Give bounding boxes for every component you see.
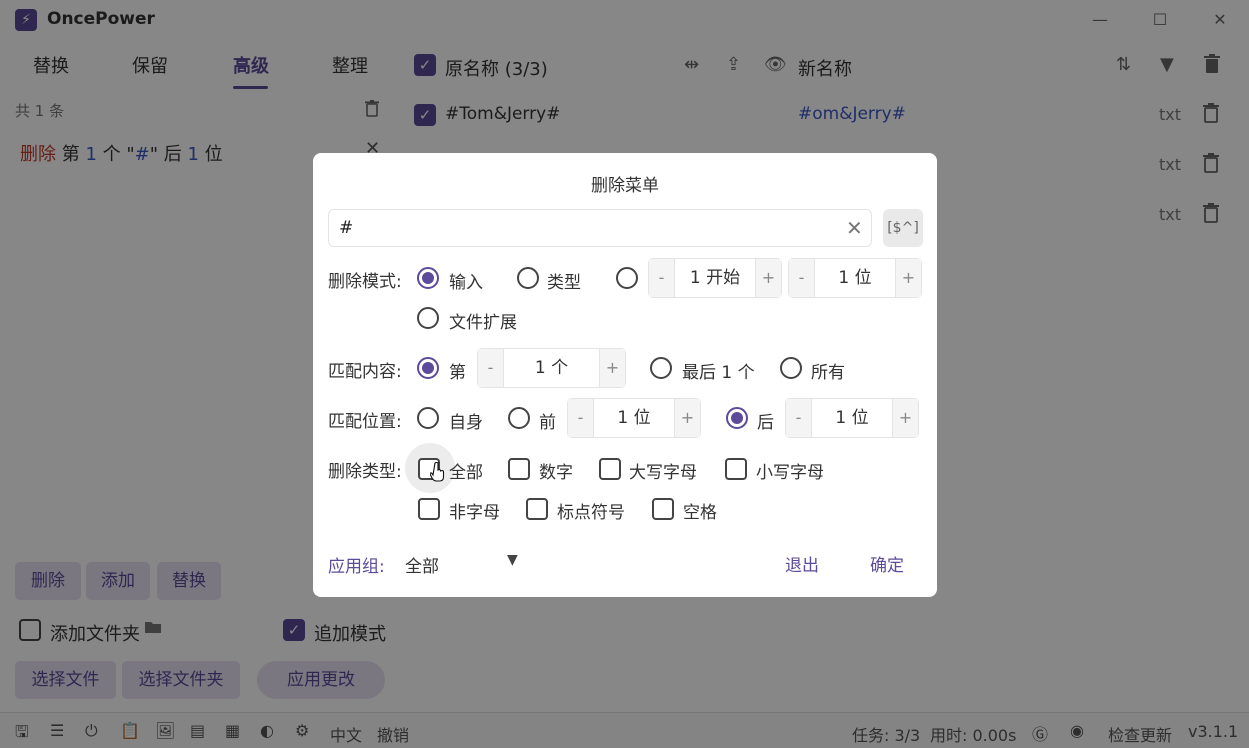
- before-decrement-button[interactable]: -: [568, 399, 594, 437]
- type-digits-label: 数字: [539, 463, 573, 483]
- search-box: ✕: [328, 209, 872, 247]
- caret-down-icon: ▼: [507, 552, 518, 568]
- type-uppercase-checkbox[interactable]: [599, 458, 621, 480]
- apply-group-value: 全部: [405, 557, 439, 577]
- match-position-label: 匹配位置:: [328, 412, 402, 432]
- nth-increment-button[interactable]: +: [599, 349, 625, 387]
- start-decrement-button[interactable]: -: [649, 259, 675, 297]
- length-decrement-button[interactable]: -: [789, 259, 815, 297]
- nth-decrement-button[interactable]: -: [478, 349, 504, 387]
- type-lowercase-label: 小写字母: [756, 463, 824, 483]
- before-stepper: - 1 位 +: [567, 398, 701, 438]
- dialog-title: 删除菜单: [591, 176, 659, 196]
- length-stepper: - 1 位 +: [788, 258, 922, 298]
- delete-mode-range-radio[interactable]: [616, 267, 638, 289]
- delete-mode-type-label: 类型: [547, 273, 581, 293]
- position-before-label: 前: [539, 413, 556, 433]
- delete-types-label: 删除类型:: [328, 462, 402, 482]
- before-increment-button[interactable]: +: [674, 399, 700, 437]
- type-all-label: 全部: [449, 463, 483, 483]
- match-nth-label: 第: [449, 363, 466, 383]
- match-all-label: 所有: [811, 363, 845, 383]
- type-punctuation-checkbox[interactable]: [526, 498, 548, 520]
- delete-mode-input-label: 输入: [449, 273, 483, 293]
- match-nth-radio[interactable]: [417, 357, 439, 379]
- match-content-label: 匹配内容:: [328, 362, 402, 382]
- type-lowercase-checkbox[interactable]: [725, 458, 747, 480]
- type-space-checkbox[interactable]: [652, 498, 674, 520]
- start-increment-button[interactable]: +: [755, 259, 781, 297]
- delete-mode-label: 删除模式:: [328, 272, 402, 292]
- match-last-radio[interactable]: [650, 357, 672, 379]
- type-punctuation-label: 标点符号: [557, 503, 625, 523]
- after-value[interactable]: 1 位: [812, 399, 892, 437]
- length-increment-button[interactable]: +: [895, 259, 921, 297]
- start-value[interactable]: 1 开始: [675, 259, 755, 297]
- nth-stepper: - 1 个 +: [477, 348, 626, 388]
- hand-pointer-icon: [429, 461, 446, 487]
- before-value[interactable]: 1 位: [594, 399, 674, 437]
- match-all-radio[interactable]: [780, 357, 802, 379]
- type-nonletter-label: 非字母: [449, 503, 500, 523]
- clear-input-close-icon[interactable]: ✕: [846, 216, 863, 240]
- confirm-button[interactable]: 确定: [870, 551, 904, 576]
- length-value[interactable]: 1 位: [815, 259, 895, 297]
- match-text-input[interactable]: [339, 216, 829, 240]
- position-self-label: 自身: [449, 413, 483, 433]
- after-stepper: - 1 位 +: [785, 398, 919, 438]
- after-increment-button[interactable]: +: [892, 399, 918, 437]
- nth-value[interactable]: 1 个: [504, 349, 599, 387]
- apply-group-select[interactable]: 全部 ▼: [405, 548, 531, 578]
- regex-toggle-button[interactable]: [$^]: [883, 209, 923, 247]
- type-uppercase-label: 大写字母: [629, 463, 697, 483]
- delete-menu-dialog: 删除菜单 ✕ [$^] 删除模式: 输入 类型 - 1 开始 + - 1 位 +…: [313, 153, 937, 597]
- type-digits-checkbox[interactable]: [508, 458, 530, 480]
- position-after-radio[interactable]: [726, 407, 748, 429]
- delete-mode-ext-radio[interactable]: [417, 307, 439, 329]
- exit-button[interactable]: 退出: [785, 551, 819, 576]
- delete-mode-input-radio[interactable]: [417, 267, 439, 289]
- after-decrement-button[interactable]: -: [786, 399, 812, 437]
- type-nonletter-checkbox[interactable]: [418, 498, 440, 520]
- start-stepper: - 1 开始 +: [648, 258, 782, 298]
- position-self-radio[interactable]: [417, 407, 439, 429]
- position-after-label: 后: [757, 413, 774, 433]
- delete-mode-ext-label: 文件扩展: [449, 313, 517, 333]
- match-last-label: 最后 1 个: [682, 363, 755, 383]
- type-space-label: 空格: [683, 503, 717, 523]
- delete-mode-type-radio[interactable]: [517, 267, 539, 289]
- apply-group-label: 应用组:: [328, 557, 385, 577]
- position-before-radio[interactable]: [508, 407, 530, 429]
